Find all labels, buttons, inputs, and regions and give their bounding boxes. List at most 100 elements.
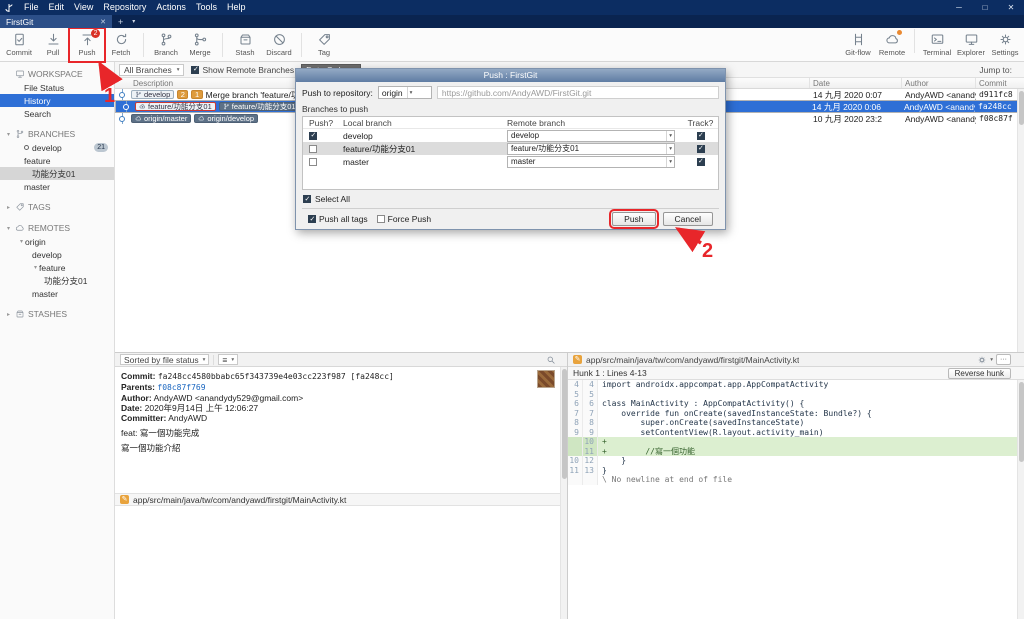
file-search-button[interactable] — [546, 355, 562, 365]
chevron-right-icon[interactable]: ▸ — [5, 204, 12, 211]
branch-row-feature[interactable]: feature/功能分支01 feature/功能分支01 ▾ — [303, 142, 718, 155]
track-checkbox-checked[interactable] — [696, 131, 705, 140]
menu-help[interactable]: Help — [222, 0, 251, 15]
sidebar-section-branches[interactable]: ▾ BRANCHES — [0, 127, 114, 141]
push-all-tags-checkbox[interactable]: Push all tags — [308, 214, 368, 224]
tab-list-chevron-icon[interactable]: ▾ — [129, 15, 138, 28]
tab-firstgit[interactable]: FirstGit ✕ — [0, 15, 112, 28]
changed-file-row[interactable]: ✎ app/src/main/java/tw/com/andyawd/first… — [115, 493, 567, 506]
sort-dropdown[interactable]: Sorted by file status ▾ — [120, 354, 210, 365]
diff-line-added: 11 + //寫一個功能 — [568, 446, 1024, 456]
menu-tools[interactable]: Tools — [191, 0, 222, 15]
menu-file[interactable]: File — [19, 0, 44, 15]
diff-no-newline-notice: \ No newline at end of file — [568, 475, 1024, 485]
sidebar-remote-feature-01[interactable]: 功能分支01 — [0, 274, 114, 287]
push-dialog-title[interactable]: Push : FirstGit — [296, 69, 725, 82]
column-commit[interactable]: Commit — [976, 78, 1024, 88]
toolbar-terminal-button[interactable]: Terminal — [920, 29, 954, 61]
toolbar-push-button[interactable]: 2 Push — [68, 26, 106, 63]
toolbar-merge-button[interactable]: Merge — [183, 29, 217, 61]
push-repo-label: Push to repository: — [302, 87, 373, 98]
menu-repository[interactable]: Repository — [98, 0, 151, 15]
sidebar: WORKSPACE File Status History Search ▾ B… — [0, 62, 115, 619]
toolbar-stash-button[interactable]: Stash — [228, 29, 262, 61]
close-button[interactable]: ✕ — [998, 0, 1024, 15]
remote-branch-select[interactable]: feature/功能分支01 ▾ — [507, 142, 675, 155]
chevron-down-icon[interactable]: ▾ — [990, 357, 993, 363]
menu-edit[interactable]: Edit — [44, 0, 70, 15]
push-checkbox[interactable] — [309, 144, 317, 153]
sidebar-item-search[interactable]: Search — [0, 107, 114, 120]
chevron-down-icon[interactable]: ▾ — [5, 131, 12, 138]
toolbar-explorer-button[interactable]: Explorer — [954, 29, 988, 61]
minimize-button[interactable]: ─ — [946, 0, 972, 15]
diff-line: 11 13} — [568, 465, 607, 475]
diff-line: 6 6 class MainActivity : AppCompatActivity… — [568, 399, 1024, 409]
force-push-checkbox[interactable]: Force Push — [376, 214, 431, 224]
remote-branch-select[interactable]: master ▾ — [507, 155, 675, 168]
local-branch-badge: feature/功能分支01 — [218, 102, 300, 111]
toolbar-discard-button[interactable]: Discard — [262, 29, 296, 61]
toolbar-branch-button[interactable]: Branch — [149, 29, 183, 61]
select-all-checkbox[interactable]: Select All — [303, 194, 719, 204]
sidebar-section-stashes[interactable]: ▸ STASHES — [0, 307, 114, 321]
toolbar-pull-button[interactable]: Pull — [36, 29, 70, 61]
sidebar-branch-master[interactable]: master — [0, 180, 114, 193]
new-tab-button[interactable]: + — [112, 15, 129, 28]
toolbar-commit-button[interactable]: Commit — [2, 29, 36, 61]
column-date[interactable]: Date — [810, 78, 902, 88]
toolbar-tag-button[interactable]: Tag — [307, 29, 341, 61]
maximize-button[interactable]: □ — [972, 0, 998, 15]
behind-count-badge: 1 — [191, 90, 203, 99]
column-author[interactable]: Author — [902, 78, 976, 88]
view-options-dropdown[interactable]: ≡ ▾ — [218, 354, 239, 365]
more-actions-button[interactable]: ··· — [996, 354, 1011, 365]
push-checkbox[interactable] — [309, 157, 317, 166]
sidebar-remote-origin[interactable]: ▾ origin — [0, 235, 114, 248]
parent-sha-link[interactable]: f08c87f769 — [157, 383, 205, 392]
push-checkbox-checked[interactable] — [309, 131, 317, 140]
sidebar-item-file-status[interactable]: File Status — [0, 81, 114, 94]
repository-select[interactable]: origin ▾ — [377, 86, 432, 99]
sidebar-section-remotes[interactable]: ▾ REMOTES — [0, 221, 114, 235]
sidebar-branch-feature-01[interactable]: 功能分支01 — [0, 167, 114, 180]
diff-options-gear-icon[interactable] — [977, 355, 987, 365]
chevron-down-icon: ▾ — [666, 130, 674, 141]
dialog-cancel-button[interactable]: Cancel — [662, 212, 713, 226]
sidebar-remote-feature[interactable]: ▾ feature — [0, 261, 114, 274]
sidebar-branch-feature[interactable]: feature — [0, 154, 114, 167]
file-panel-scrollbar[interactable] — [560, 367, 567, 619]
branch-filter-dropdown[interactable]: All Branches ▾ — [119, 63, 185, 76]
menu-view[interactable]: View — [69, 0, 98, 15]
repository-url-field: https://github.com/AndyAWD/FirstGit.git — [436, 86, 719, 99]
menu-actions[interactable]: Actions — [151, 0, 191, 15]
diff-vertical-scrollbar[interactable] — [1017, 380, 1024, 619]
tab-close-icon[interactable]: ✕ — [100, 18, 106, 26]
sidebar-branch-develop[interactable]: develop 21 — [0, 141, 114, 154]
chevron-down-icon[interactable]: ▾ — [5, 225, 12, 232]
track-checkbox-checked[interactable] — [696, 144, 705, 153]
sidebar-remote-master[interactable]: master — [0, 287, 114, 300]
sidebar-remote-develop[interactable]: develop — [0, 248, 114, 261]
dialog-push-button[interactable]: Push — [609, 209, 659, 229]
commit-subject: feat: 寫一個功能完成 — [121, 428, 200, 438]
show-remote-branches-checkbox[interactable]: Show Remote Branches — [191, 65, 294, 75]
track-checkbox-checked[interactable] — [696, 157, 705, 166]
remote-branch-select[interactable]: develop ▾ — [507, 129, 675, 142]
graph-vertical-scrollbar[interactable] — [1017, 89, 1024, 352]
branch-row-master[interactable]: master master ▾ — [303, 155, 718, 168]
toolbar-gitflow-button[interactable]: Git-flow — [841, 29, 875, 61]
toolbar-fetch-button[interactable]: Fetch — [104, 29, 138, 61]
sidebar-item-history[interactable]: History — [0, 94, 114, 107]
chevron-down-icon[interactable]: ▾ — [18, 238, 25, 245]
branch-row-develop[interactable]: develop develop▾ — [303, 129, 718, 142]
commit-author: AndyAWD <anandydy529@gmail.com> — [905, 113, 976, 124]
reverse-hunk-button[interactable]: Reverse hunk — [947, 367, 1011, 379]
chevron-down-icon[interactable]: ▾ — [32, 264, 39, 271]
toolbar-settings-button[interactable]: Settings — [988, 29, 1022, 61]
commit-dot-icon — [119, 91, 125, 98]
sidebar-section-tags[interactable]: ▸ TAGS — [0, 200, 114, 214]
toolbar-remote-button[interactable]: Remote — [875, 29, 909, 61]
push-dialog: Push : FirstGit Push to repository: orig… — [295, 68, 726, 230]
chevron-right-icon[interactable]: ▸ — [5, 311, 12, 318]
